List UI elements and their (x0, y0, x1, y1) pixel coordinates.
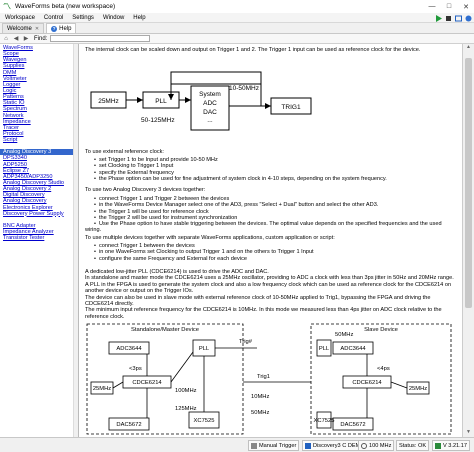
menu-help[interactable]: Help (133, 15, 145, 21)
content-scrollbar[interactable]: ▲ ▼ (462, 44, 474, 437)
help-content: The internal clock can be scaled down an… (81, 44, 462, 437)
manual-trigger-button[interactable]: Manual Trigger (248, 440, 300, 451)
diag1-trig-label: TRIG1 (281, 104, 301, 111)
tab-welcome-label: Welcome (7, 25, 32, 32)
home-icon[interactable]: ⌂ (2, 35, 10, 43)
list-item: configure the same Frequency and Externa… (85, 256, 455, 262)
master-cdce: CDCE6214 (132, 380, 162, 386)
version-field: V 3.21.17 (432, 440, 470, 451)
diag1-dac: DAC (203, 109, 217, 116)
device-icon (305, 442, 311, 449)
master-dac: DAC5672 (116, 422, 141, 428)
master-100mhz: 100MHz (175, 388, 197, 394)
slave-adc: ADC3644 (340, 346, 366, 352)
menu-settings[interactable]: Settings (72, 15, 94, 21)
list-item: the Phase option can be used for fine ad… (85, 176, 455, 182)
diag1-input-label: 25MHz (98, 98, 119, 105)
range-high: 50MHz (251, 410, 269, 416)
low-jitter-text: A dedicated low-jitter PLL (CDCE6214) is… (85, 269, 454, 320)
menu-window[interactable]: Window (103, 15, 124, 21)
window-title: WaveForms beta (new workspace) (15, 3, 116, 10)
status-bar: Manual Trigger Discovery3 C DEMO 100 MHz… (0, 437, 474, 452)
list-item: Use the Phase option to have stable trig… (85, 221, 455, 234)
minimize-button[interactable]: — (424, 0, 440, 13)
sidebar-scrollbar[interactable] (73, 44, 78, 437)
title-bar: 〽 WaveForms beta (new workspace) (0, 0, 474, 13)
master-adc: ADC3644 (116, 346, 142, 352)
diag1-pll-range: 50-125MHz (141, 117, 175, 124)
master-xc: XC7525 (194, 418, 215, 424)
help-nav-bar: ⌂ ◀ ▶ Find: (0, 34, 474, 44)
scroll-down-icon[interactable]: ▼ (463, 429, 474, 437)
version-text: V 3.21.17 (443, 442, 467, 449)
trigger-icon (251, 442, 257, 449)
master-osc: 25MHz (93, 386, 111, 392)
trig-out-label: Trig# (239, 339, 253, 345)
sidebar-item-transistor-tester[interactable]: Transistor Tester (0, 235, 78, 241)
find-input[interactable] (50, 35, 151, 42)
diag1-adc: ADC (203, 100, 217, 107)
slave-title: Slave Device (364, 327, 398, 333)
intro-text: The internal clock can be scaled down an… (85, 47, 421, 53)
scroll-up-icon[interactable]: ▲ (463, 44, 474, 52)
slave-cdce: CDCE6214 (352, 380, 382, 386)
diag1-dots: ... (207, 117, 213, 124)
device-name: Discovery3 C DEMO (313, 442, 365, 449)
diag1-sys-range: 10-50MHz (229, 85, 259, 92)
status-text: Status: OK (399, 442, 427, 449)
menu-workspace[interactable]: Workspace (5, 15, 35, 21)
slave-osc: 25MHz (409, 386, 427, 392)
tab-help[interactable]: ? Help (46, 23, 77, 33)
find-label: Find: (34, 35, 48, 42)
master-title: Standalone/Master Device (131, 327, 199, 333)
waveforms-logo-icon (435, 442, 441, 449)
tab-help-label: Help (59, 25, 72, 32)
scroll-thumb[interactable] (465, 58, 472, 308)
ext-clock-list: set Trigger 1 to be Input and provide 10… (85, 157, 455, 182)
two-devices-list: connect Trigger 1 and Trigger 2 between … (85, 196, 455, 234)
tab-welcome[interactable]: Welcome ✕ (2, 23, 45, 33)
slave-50mhz: 50MHz (335, 332, 353, 338)
frequency-value: 100 MHz (369, 442, 392, 449)
multi-title: To use multiple devices together with se… (85, 235, 335, 241)
back-arrow-icon[interactable]: ◀ (12, 35, 20, 43)
slave-xc: XC7525 (314, 418, 335, 424)
frequency-field[interactable]: 100 MHz (358, 440, 395, 451)
slave-jitter: <4ps (377, 366, 390, 372)
multi-list: connect Trigger 1 between the devices in… (85, 243, 455, 262)
run-toolbar (434, 13, 472, 23)
close-icon[interactable]: ✕ (35, 26, 39, 32)
stop-all-icon[interactable] (444, 14, 452, 22)
slave-dac: DAC5672 (340, 422, 365, 428)
menu-bar: Workspace Control Settings Window Help (0, 13, 474, 23)
two-devices-title: To use two Analog Discovery 3 devices to… (85, 187, 206, 193)
status-field: Status: OK (396, 440, 430, 451)
help-icon[interactable] (464, 14, 472, 22)
master-pll: PLL (199, 346, 210, 352)
master-125mhz: 125MHz (175, 406, 197, 412)
help-icon: ? (51, 25, 58, 32)
ext-clock-title: To use external reference clock: (85, 149, 164, 155)
forward-arrow-icon[interactable]: ▶ (22, 35, 30, 43)
waveforms-logo-icon: 〽 (3, 1, 11, 11)
master-slave-diagram: Standalone/Master Device Slave Device AD… (86, 323, 452, 435)
maximize-button[interactable]: □ (441, 0, 457, 13)
tab-bar: Welcome ✕ ? Help (0, 23, 474, 34)
run-all-icon[interactable] (434, 14, 442, 22)
range-low: 10MHz (251, 394, 269, 400)
menu-control[interactable]: Control (44, 15, 63, 21)
diag1-pll-label: PLL (155, 98, 167, 105)
help-index-sidebar: WaveForms Scope Wavegen Supplies DMM Vol… (0, 44, 79, 437)
clock-icon (361, 442, 367, 449)
diag1-system: System (199, 91, 221, 98)
trig-in-label: Trig1 (257, 374, 270, 380)
device-icon[interactable] (454, 14, 462, 22)
manual-trigger-label: Manual Trigger (259, 442, 297, 449)
master-jitter: <3ps (129, 366, 142, 372)
close-button[interactable]: ✕ (458, 0, 474, 13)
slave-pll: PLL (319, 346, 330, 352)
